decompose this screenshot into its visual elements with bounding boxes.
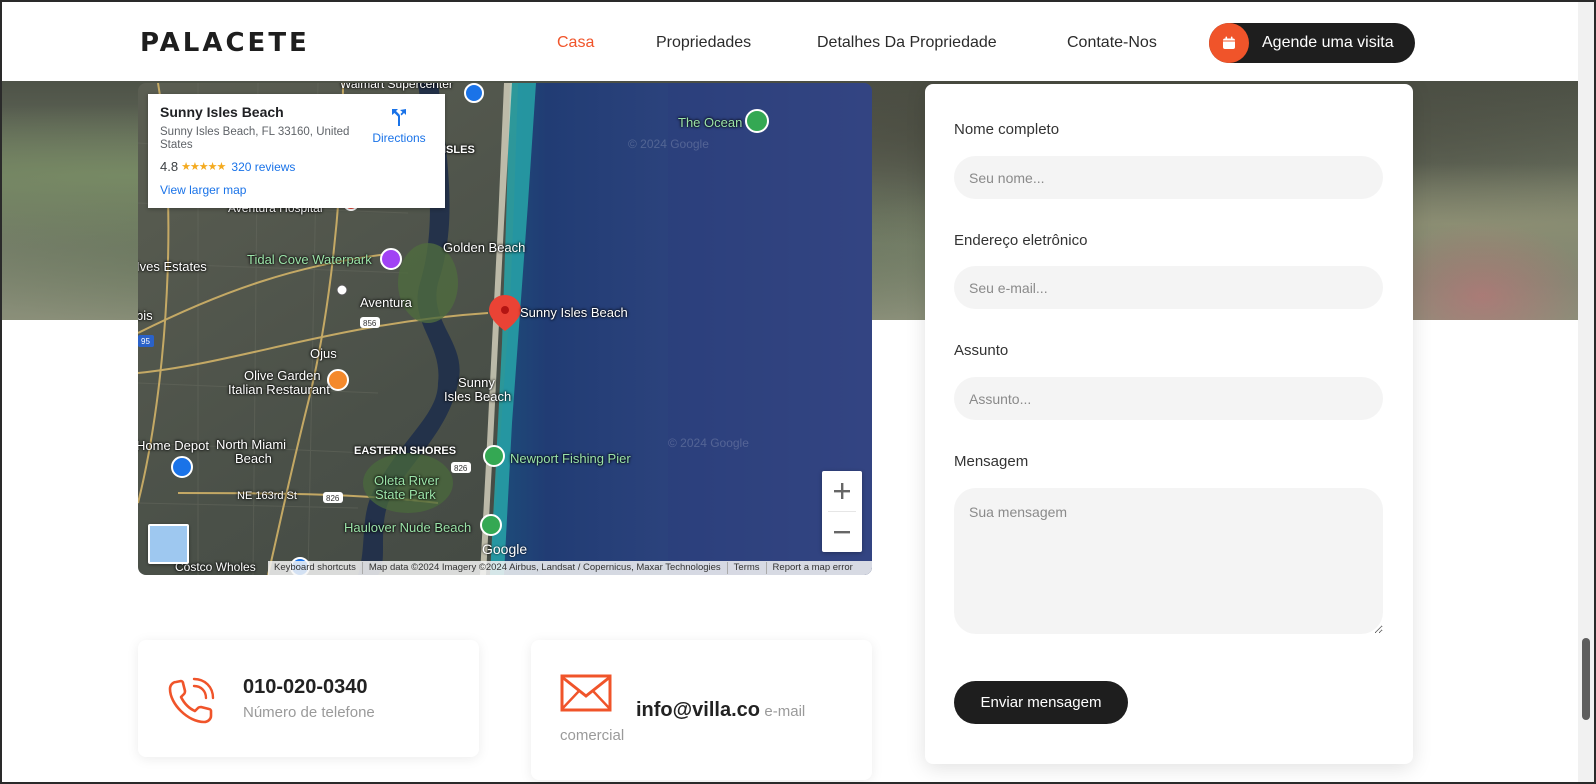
map-attribution-bar: Keyboard shortcuts Map data ©2024 Imager… bbox=[268, 561, 872, 575]
map-label-north-miami-beach: Beach bbox=[235, 451, 272, 466]
haulover-poi-icon[interactable] bbox=[480, 514, 502, 536]
send-message-button[interactable]: Enviar mensagem bbox=[954, 681, 1128, 724]
directions-label: Directions bbox=[372, 131, 426, 145]
nav-propriedades[interactable]: Propriedades bbox=[656, 34, 751, 52]
transit-icon bbox=[336, 284, 348, 296]
phone-label: Número de telefone bbox=[243, 704, 375, 721]
google-logo: Google bbox=[482, 541, 528, 557]
site-header: PALACETE Casa Propriedades Detalhes Da P… bbox=[2, 2, 1578, 81]
place-info-card: Sunny Isles Beach Sunny Isles Beach, FL … bbox=[148, 94, 445, 208]
route-826b-label: 826 bbox=[326, 494, 340, 503]
map-watermark-mid: © 2024 Google bbox=[668, 436, 749, 450]
name-input[interactable] bbox=[954, 156, 1383, 199]
rating-value: 4.8 bbox=[160, 159, 179, 174]
zoom-out-button[interactable] bbox=[822, 512, 862, 552]
map-label-aventura: Aventura bbox=[360, 295, 412, 310]
map-label-eastern-shores: EASTERN SHORES bbox=[354, 445, 457, 457]
walmart-poi-icon[interactable] bbox=[464, 83, 484, 103]
report-map-error-link[interactable]: Report a map error bbox=[765, 562, 859, 574]
email-input[interactable] bbox=[954, 266, 1383, 309]
site-logo[interactable]: PALACETE bbox=[140, 28, 310, 58]
email-field-label: Endereço eletrônico bbox=[954, 232, 1088, 249]
olive-garden-poi-icon[interactable] bbox=[327, 369, 349, 391]
nav-casa[interactable]: Casa bbox=[557, 34, 594, 52]
email-address[interactable]: info@villa.co bbox=[636, 699, 760, 721]
map-label-state-park: State Park bbox=[375, 487, 436, 502]
map-label-sunny: Sunny bbox=[458, 375, 495, 390]
map-label-ojus: Ojus bbox=[310, 346, 337, 361]
place-address: Sunny Isles Beach, FL 33160, United Stat… bbox=[160, 126, 350, 151]
route-826-label: 826 bbox=[454, 464, 468, 473]
contact-form: Nome completo Endereço eletrônico Assunt… bbox=[925, 84, 1413, 764]
zoom-controls bbox=[822, 471, 862, 552]
scrollbar-thumb[interactable] bbox=[1582, 638, 1590, 720]
name-label: Nome completo bbox=[954, 121, 1060, 138]
map-label-newport-pier: Newport Fishing Pier bbox=[510, 451, 631, 466]
email-block: info@villa.co e-mail comercial bbox=[560, 698, 850, 748]
map-label-tidal-cove: Tidal Cove Waterpark bbox=[247, 252, 372, 267]
reviews-link[interactable]: 320 reviews bbox=[231, 160, 295, 174]
email-card: info@villa.co e-mail comercial bbox=[531, 640, 872, 780]
directions-icon bbox=[392, 109, 406, 126]
zoom-in-button[interactable] bbox=[822, 471, 862, 511]
map-label-oleta-river: Oleta River bbox=[374, 473, 440, 488]
message-label: Mensagem bbox=[954, 453, 1029, 470]
route-856-label: 856 bbox=[363, 319, 377, 328]
phone-number[interactable]: 010-020-0340 bbox=[243, 676, 368, 699]
map-label-north-miami: North Miami bbox=[216, 437, 287, 452]
map-label-italian-restaurant: Italian Restaurant bbox=[228, 382, 330, 397]
minus-icon bbox=[834, 531, 850, 534]
terms-link[interactable]: Terms bbox=[726, 562, 766, 574]
map-label-ne-163rd: NE 163rd St bbox=[237, 490, 297, 502]
home-depot-poi-icon[interactable] bbox=[171, 456, 193, 478]
newport-pier-poi-icon[interactable] bbox=[483, 445, 505, 467]
view-larger-map-link[interactable]: View larger map bbox=[160, 183, 433, 197]
map-label-golden-beach: Golden Beach bbox=[443, 240, 526, 255]
google-map[interactable]: © 2024 Google © 2024 Google 856 826 826 … bbox=[138, 83, 872, 575]
map-layer-toggle[interactable] bbox=[148, 524, 189, 564]
map-label-home-depot: Home Depot bbox=[138, 438, 209, 453]
map-label-isles-beach: Isles Beach bbox=[444, 389, 512, 404]
map-label-ibis: bis bbox=[138, 308, 153, 323]
plus-icon bbox=[834, 483, 850, 499]
map-label-olive-garden: Olive Garden bbox=[244, 368, 321, 383]
schedule-visit-button[interactable]: Agende uma visita bbox=[1209, 23, 1415, 63]
map-watermark-top: © 2024 Google bbox=[628, 137, 709, 151]
map-label-the-ocean: The Ocean bbox=[678, 115, 743, 130]
map-label-walmart: Walmart Supercenter bbox=[340, 83, 453, 91]
subject-label: Assunto bbox=[954, 342, 1009, 359]
map-data-attribution: Map data ©2024 Imagery ©2024 Airbus, Lan… bbox=[361, 562, 727, 574]
page-scrollbar[interactable] bbox=[1578, 2, 1594, 782]
nav-contate-nos[interactable]: Contate-Nos bbox=[1067, 34, 1157, 52]
calendar-icon bbox=[1209, 23, 1249, 63]
subject-input[interactable] bbox=[954, 377, 1383, 420]
rating-stars: ★★★★★ bbox=[181, 161, 226, 173]
message-textarea[interactable] bbox=[954, 488, 1383, 634]
schedule-visit-label: Agende uma visita bbox=[1262, 34, 1394, 51]
place-rating: 4.8 ★★★★★ 320 reviews bbox=[160, 159, 433, 174]
tidal-cove-poi-icon[interactable] bbox=[380, 248, 402, 270]
map-label-isles: ISLES bbox=[443, 144, 475, 156]
phone-card: 010-020-0340 Número de telefone bbox=[138, 640, 479, 757]
the-ocean-poi-icon[interactable] bbox=[745, 109, 769, 133]
nav-detalhes-da-propriedade[interactable]: Detalhes Da Propriedade bbox=[817, 34, 997, 52]
keyboard-shortcuts-link[interactable]: Keyboard shortcuts bbox=[268, 562, 362, 574]
map-label-ives-estates: Ives Estates bbox=[138, 259, 207, 274]
directions-button[interactable]: Directions bbox=[371, 106, 427, 145]
i95-label: 95 bbox=[141, 337, 150, 346]
phone-icon bbox=[168, 677, 215, 724]
map-label-haulover: Haulover Nude Beach bbox=[344, 520, 472, 535]
map-label-sunny-isles-pin: Sunny Isles Beach bbox=[520, 305, 628, 320]
